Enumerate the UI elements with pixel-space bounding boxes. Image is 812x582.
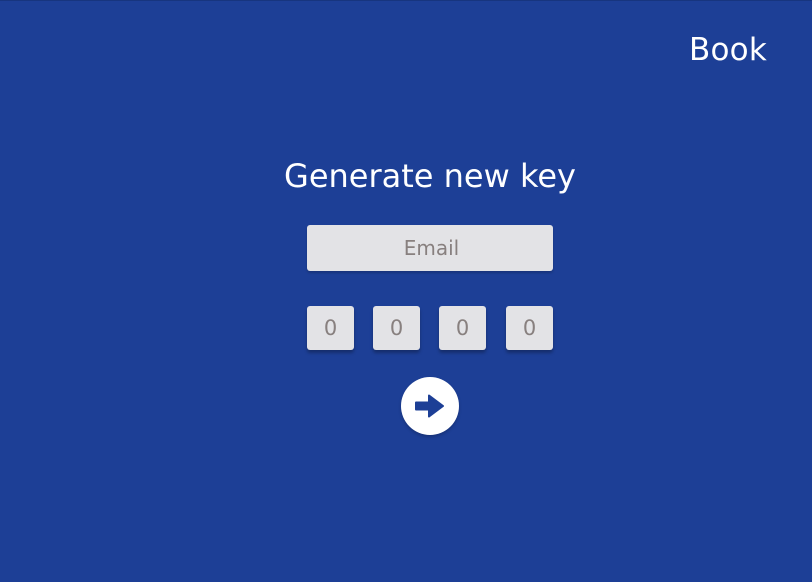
brand-link[interactable]: Book xyxy=(689,30,767,70)
top-border xyxy=(0,0,812,1)
email-field[interactable] xyxy=(307,225,553,271)
submit-button[interactable] xyxy=(401,377,459,435)
code-digit-2[interactable] xyxy=(373,306,420,350)
page-title: Generate new key xyxy=(284,157,576,195)
code-digit-3[interactable] xyxy=(439,306,486,350)
key-code-inputs xyxy=(307,306,553,350)
code-digit-1[interactable] xyxy=(307,306,354,350)
arrow-right-icon xyxy=(415,394,444,418)
code-digit-4[interactable] xyxy=(506,306,553,350)
